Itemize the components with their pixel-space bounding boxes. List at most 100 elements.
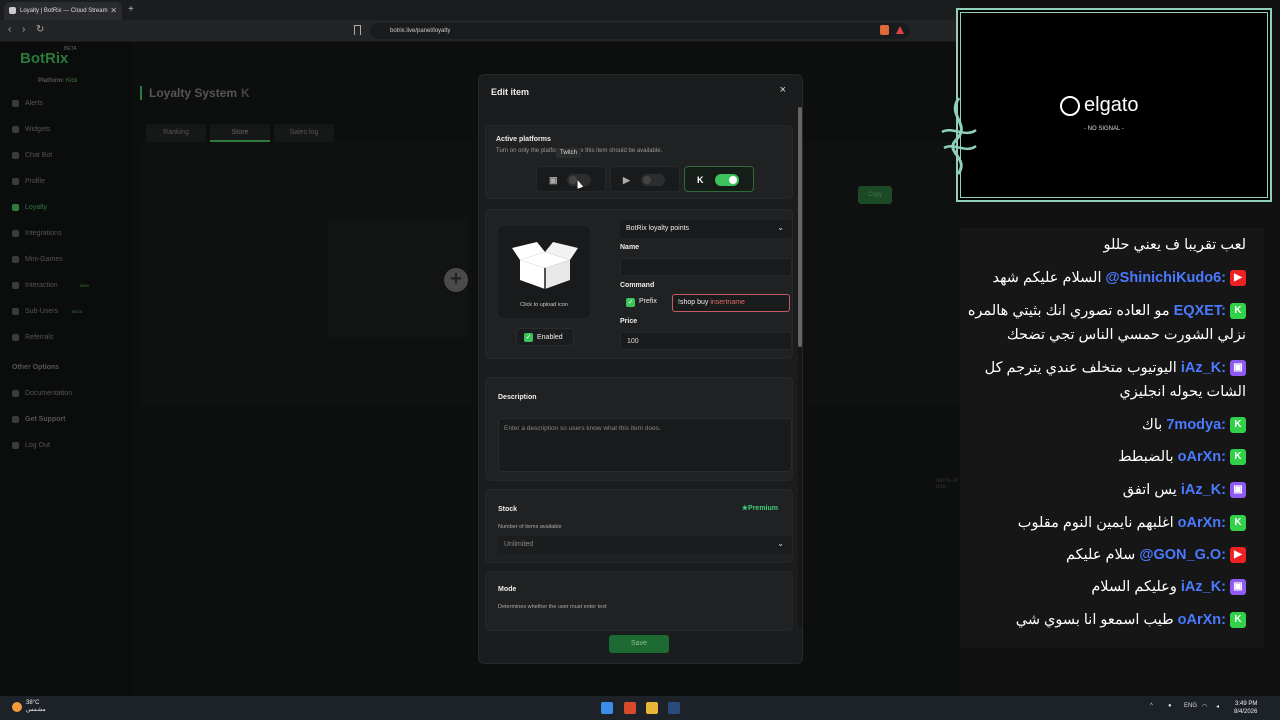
- close-icon[interactable]: ×: [780, 84, 786, 96]
- clock[interactable]: 3:49 PM 8/4/2026: [1234, 700, 1257, 716]
- youtube-toggle-switch[interactable]: [641, 174, 665, 186]
- modal-scrollbar[interactable]: [798, 107, 802, 627]
- stock-value: Unlimited: [504, 541, 534, 548]
- command-input[interactable]: !shop buy insertname: [672, 294, 790, 312]
- twitch-icon: ▣: [549, 175, 558, 185]
- brave-shield-icon[interactable]: [880, 25, 889, 35]
- widgets-icon: [12, 126, 19, 133]
- back-icon[interactable]: ‹: [8, 24, 11, 35]
- sidebar-item-referrals[interactable]: Referrals: [12, 334, 53, 341]
- twitch-icon: ▣: [1230, 360, 1246, 377]
- chat-message: ▶@ShinichiKudo6: السلام عليكم شهد: [993, 266, 1246, 290]
- windows-start-icon[interactable]: [601, 702, 613, 714]
- save-button[interactable]: Save: [609, 635, 669, 653]
- sidebar-item-chat-bot[interactable]: Chat Bot: [12, 152, 52, 159]
- kick-icon: K: [1230, 303, 1246, 320]
- weather-text: مشمس: [26, 707, 46, 713]
- bookmark-icon[interactable]: [354, 25, 361, 35]
- active-platforms-title: Active platforms: [496, 136, 551, 143]
- sidebar-item-integrations[interactable]: Integrations: [12, 230, 62, 237]
- kick-icon: K: [697, 175, 704, 185]
- forward-icon[interactable]: ›: [22, 24, 25, 35]
- enabled-label: Enabled: [537, 334, 563, 341]
- sidebar-item-interaction[interactable]: Interaction NEW: [12, 282, 89, 289]
- terms-text: terms of use.: [936, 478, 958, 490]
- platform-value: Kick: [66, 78, 78, 84]
- tray-chevron-icon[interactable]: ^: [1150, 703, 1153, 709]
- tab-ranking[interactable]: Ranking: [146, 124, 206, 142]
- screen: Loyalty | BotRix — Cloud Stream ✕ + ‹ › …: [0, 0, 1280, 720]
- music-icon: [12, 282, 19, 289]
- wifi-icon[interactable]: ◠: [1202, 703, 1207, 710]
- item-details-card: Click to upload icon ✓ Enabled BotRix lo…: [485, 209, 793, 359]
- chat-message: ▣iAz_K: وعليكم السلام: [1091, 575, 1246, 599]
- alert-icon[interactable]: [896, 26, 904, 34]
- sidebar-item-alerts[interactable]: Alerts: [12, 100, 43, 107]
- price-input[interactable]: 100: [620, 332, 792, 350]
- chat-message: K7modya: باك: [1142, 413, 1246, 437]
- sidebar-item-profile[interactable]: Profile: [12, 178, 45, 185]
- kick-icon: K: [1230, 515, 1246, 532]
- browser-tab[interactable]: Loyalty | BotRix — Cloud Stream ✕: [4, 2, 122, 20]
- active-platforms-card: Active platforms Turn on only the platfo…: [485, 125, 793, 199]
- chat-icon: [12, 152, 19, 159]
- checkmark-icon: ✓: [626, 298, 635, 307]
- beta-label: BETA: [64, 46, 77, 52]
- tab-sales-log[interactable]: Sales log: [274, 124, 334, 142]
- weather-widget[interactable]: 38°C مشمس: [12, 700, 46, 714]
- botrix-logo[interactable]: BotRix: [20, 50, 68, 67]
- icon-upload[interactable]: Click to upload icon: [498, 226, 590, 318]
- referrals-icon: [12, 334, 19, 341]
- file-explorer-icon[interactable]: [646, 702, 658, 714]
- close-tab-icon[interactable]: ✕: [110, 6, 117, 15]
- sidebar-item-widgets[interactable]: Widgets: [12, 126, 50, 133]
- name-label: Name: [620, 244, 640, 251]
- command-label: Command: [620, 282, 655, 289]
- copy-button[interactable]: Copy: [858, 186, 892, 204]
- sun-icon: [12, 702, 22, 712]
- volume-icon[interactable]: ◂: [1216, 703, 1219, 710]
- kick-toggle-switch[interactable]: [715, 174, 739, 186]
- microphone-icon[interactable]: ●: [1168, 703, 1172, 709]
- name-input[interactable]: [620, 258, 792, 276]
- address-bar-row: ‹ › ↻ botrix.live/panel/loyalty: [0, 20, 960, 42]
- stock-select[interactable]: Unlimited ⌄: [498, 536, 792, 554]
- chat-message-continued: نزلي الشورت حمسي الناس تجي تضحك: [1006, 327, 1246, 343]
- new-tab-icon[interactable]: +: [128, 4, 134, 15]
- sidebar-item-log-out[interactable]: Log Out: [12, 442, 50, 449]
- tab-store[interactable]: Store: [210, 124, 270, 142]
- sidebar-item-get-support[interactable]: Get Support: [12, 416, 65, 423]
- sidebar-item-sub-users[interactable]: Sub-Users BETA: [12, 308, 82, 315]
- sidebar-item-loyalty[interactable]: Loyalty: [12, 204, 47, 211]
- youtube-icon: ▶: [1230, 547, 1246, 564]
- box-icon: [512, 242, 578, 289]
- chat-message: ▶@GON_G.O: سلام عليكم: [1066, 543, 1246, 567]
- prefix-checkbox[interactable]: ✓ Prefix: [626, 298, 657, 307]
- kick-platform-toggle[interactable]: K: [684, 166, 754, 192]
- mode-card: Mode Determines whether the user must en…: [485, 571, 793, 631]
- brave-browser-icon[interactable]: [624, 702, 636, 714]
- scroll-thumb[interactable]: [798, 107, 802, 347]
- enabled-checkbox[interactable]: ✓ Enabled: [516, 328, 574, 346]
- add-item-icon[interactable]: +: [444, 268, 468, 292]
- steam-icon[interactable]: [668, 702, 680, 714]
- upload-label: Click to upload icon: [520, 302, 568, 308]
- sidebar-item-mini-games[interactable]: Mini-Games: [12, 256, 63, 263]
- chat-message: KoArXn: طيب اسمعو انا بسوي شي: [1016, 608, 1246, 632]
- support-icon: [12, 416, 19, 423]
- sidebar-item-documentation[interactable]: Documentation: [12, 390, 72, 397]
- chat-message: ▣iAz_K: اليوتيوب متخلف عندي يترجم كل: [985, 356, 1246, 380]
- twitch-platform-toggle[interactable]: ▣: [536, 166, 606, 192]
- reload-icon[interactable]: ↻: [36, 24, 44, 35]
- toggle-knob: [729, 176, 737, 184]
- language-indicator[interactable]: ENG: [1184, 703, 1197, 709]
- twitch-tooltip: Twitch: [556, 148, 582, 158]
- clock-date: 8/4/2026: [1234, 709, 1258, 715]
- youtube-platform-toggle[interactable]: ▶: [610, 166, 680, 192]
- url-input[interactable]: botrix.live/panel/loyalty: [370, 23, 910, 39]
- tab-title: Loyalty | BotRix — Cloud Stream: [20, 8, 108, 14]
- currency-select[interactable]: BotRix loyalty points ⌄: [620, 220, 792, 238]
- platform-indicator: Platform: Kick: [38, 78, 77, 84]
- description-textarea[interactable]: Enter a description so users know what t…: [498, 418, 792, 472]
- profile-icon: [12, 178, 19, 185]
